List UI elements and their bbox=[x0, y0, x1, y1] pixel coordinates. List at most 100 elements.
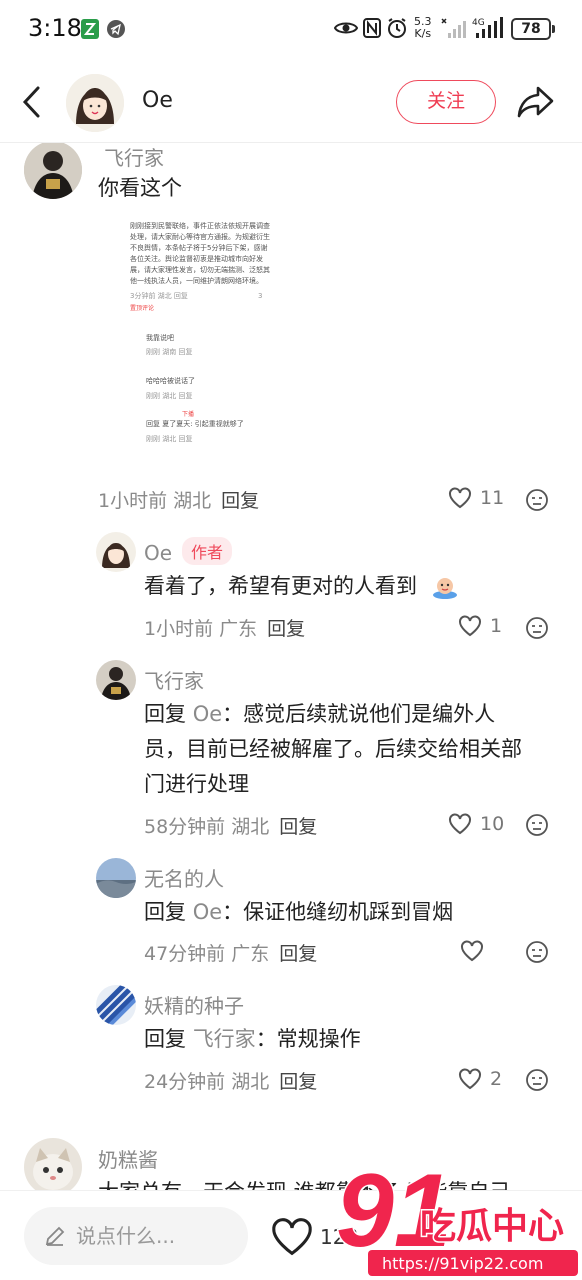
reply-text-body: ：保证他缝纫机踩到冒烟 bbox=[222, 900, 454, 924]
comment-location: 湖北 bbox=[173, 490, 212, 512]
replier-name[interactable]: 妖精的种子 bbox=[144, 990, 244, 1019]
shot-line: 不良舆情，本条帖子将于5分钟后下架，感谢 bbox=[130, 244, 268, 252]
like-count: 1 bbox=[490, 615, 503, 637]
comments-list[interactable]: 飞行家 你看这个 刚刚接到民警联络，事件正依法依规开展调查 处理，请大家耐心等待… bbox=[0, 143, 582, 1190]
shot-tag: 置顶评论 bbox=[130, 305, 155, 312]
reply-prefix: 回复 bbox=[144, 702, 186, 726]
share-button[interactable] bbox=[516, 84, 556, 120]
reply-button[interactable]: 回复 bbox=[267, 618, 305, 640]
reply-target[interactable]: Oe bbox=[193, 702, 222, 726]
status-bar: 3:18 5.3 K/s 4G 78 bbox=[0, 0, 582, 58]
shot-reply: 哈哈哈被说话了 bbox=[146, 377, 195, 385]
like-count: 2 bbox=[490, 1068, 503, 1090]
comment-text[interactable]: 大家总有一天会发现 谁都靠不了 只能靠自己 bbox=[98, 1175, 510, 1190]
author-tag: 作者 bbox=[182, 537, 233, 565]
like-button[interactable]: 2 bbox=[458, 1068, 502, 1090]
reply-text[interactable]: 看着了，希望有更对的人看到 bbox=[144, 569, 417, 604]
net-speed-unit: K/s bbox=[414, 27, 432, 40]
replier-name[interactable]: 无名的人 bbox=[144, 863, 224, 892]
like-button[interactable]: 10 bbox=[448, 813, 504, 835]
dislike-button[interactable] bbox=[525, 616, 549, 640]
heart-icon bbox=[272, 1218, 312, 1256]
reply-text[interactable]: 回复 飞行家：常规操作 bbox=[144, 1022, 361, 1057]
shot-line: 处理，请大家耐心等待官方通报。为规避衍生 bbox=[130, 233, 270, 241]
reply-time: 24分钟前 bbox=[144, 1071, 226, 1093]
reply-location: 湖北 bbox=[231, 816, 270, 838]
comment-image[interactable]: 刚刚接到民警联络，事件正依法依规开展调查 处理，请大家耐心等待官方通报。为规避衍… bbox=[98, 213, 288, 481]
heart-icon bbox=[461, 940, 483, 962]
shot-meta: 3分钟前 湖北 回复 bbox=[130, 292, 188, 300]
follow-button[interactable]: 关注 bbox=[396, 80, 496, 124]
shot-reply-meta: 刚刚 湖北 回复 bbox=[146, 435, 193, 443]
reply-meta: 1小时前 广东 回复 bbox=[144, 614, 305, 641]
reply-text-body: ：常规操作 bbox=[255, 1027, 361, 1051]
shot-reply: 回复 夏了夏天: 引起重视就够了 bbox=[146, 420, 244, 428]
reply-location: 广东 bbox=[219, 618, 258, 640]
commenter-avatar[interactable] bbox=[24, 143, 82, 199]
heart-icon bbox=[459, 615, 481, 637]
replier-name[interactable]: Oe 作者 bbox=[144, 537, 233, 565]
replier-avatar[interactable] bbox=[96, 532, 136, 572]
bottom-bar: 说点什么... 128 bbox=[0, 1190, 582, 1280]
reply-time: 47分钟前 bbox=[144, 943, 226, 965]
app-notification-icon bbox=[80, 18, 100, 44]
reply-button[interactable]: 回复 bbox=[279, 1071, 317, 1093]
comment-text[interactable]: 你看这个 bbox=[98, 171, 182, 206]
reply-target[interactable]: 飞行家 bbox=[193, 1027, 256, 1051]
back-button[interactable] bbox=[18, 82, 48, 122]
like-button[interactable]: 1 bbox=[458, 615, 502, 637]
commenter-name[interactable]: 飞行家 bbox=[104, 143, 164, 171]
replier-avatar[interactable] bbox=[96, 858, 136, 898]
reply-button[interactable]: 回复 bbox=[279, 816, 317, 838]
shot-reply: 我靠说吧 bbox=[146, 334, 174, 342]
like-button[interactable] bbox=[460, 940, 484, 962]
reply-button[interactable]: 回复 bbox=[279, 943, 317, 965]
emoji-sticker-icon bbox=[432, 575, 458, 603]
like-button[interactable]: 11 bbox=[448, 487, 504, 509]
reply-target[interactable]: Oe bbox=[193, 900, 222, 924]
reply-time: 1小时前 bbox=[144, 618, 214, 640]
post-like-button[interactable] bbox=[270, 1217, 314, 1257]
battery-indicator: 78 bbox=[511, 18, 555, 40]
reply-text-line: 员，目前已经被解雇了。后续交给相关部 bbox=[144, 737, 522, 761]
reply-prefix: 回复 bbox=[144, 900, 186, 924]
author-avatar[interactable] bbox=[66, 74, 124, 132]
reply-button[interactable]: 回复 bbox=[221, 490, 259, 512]
header: Oe 关注 bbox=[0, 62, 582, 142]
comment-input-placeholder: 说点什么... bbox=[76, 1224, 176, 1248]
like-count: 10 bbox=[480, 813, 505, 835]
replier-avatar[interactable] bbox=[96, 660, 136, 700]
reply-meta: 47分钟前 广东 回复 bbox=[144, 939, 317, 966]
nfc-icon bbox=[363, 18, 381, 42]
eye-icon bbox=[333, 20, 359, 40]
wifi-off-signal-icon bbox=[440, 17, 466, 43]
commenter-name[interactable]: 奶糕酱 bbox=[98, 1144, 158, 1173]
reply-text[interactable]: 回复 Oe：感觉后续就说他们是编外人 bbox=[144, 697, 495, 732]
reply-time: 58分钟前 bbox=[144, 816, 226, 838]
comment-meta: 1小时前 湖北 回复 bbox=[98, 486, 259, 513]
commenter-avatar[interactable] bbox=[24, 1138, 82, 1190]
replier-avatar[interactable] bbox=[96, 985, 136, 1025]
shot-likes: 3 bbox=[258, 292, 263, 300]
heart-icon bbox=[459, 1068, 481, 1090]
replier-name-text[interactable]: Oe bbox=[144, 541, 172, 565]
shot-line: 各位关注。舆论监督初衷是推动城市向好发 bbox=[130, 255, 263, 263]
dislike-button[interactable] bbox=[525, 813, 549, 837]
author-name[interactable]: Oe bbox=[142, 88, 173, 113]
comment-input[interactable]: 说点什么... bbox=[24, 1207, 248, 1265]
alarm-icon bbox=[386, 17, 408, 43]
reply-meta: 24分钟前 湖北 回复 bbox=[144, 1067, 317, 1094]
dislike-button[interactable] bbox=[525, 940, 549, 964]
reply-location: 湖北 bbox=[231, 1071, 270, 1093]
reply-text[interactable]: 回复 Oe：保证他缝纫机踩到冒烟 bbox=[144, 895, 453, 930]
replier-name[interactable]: 飞行家 bbox=[144, 665, 204, 694]
dislike-button[interactable] bbox=[525, 1068, 549, 1092]
svg-text:4G: 4G bbox=[472, 18, 485, 28]
post-like-count: 128 bbox=[320, 1225, 359, 1249]
shot-line: 展，请大家理性发言，切勿无端揣测、泛怒其 bbox=[130, 266, 270, 274]
like-count: 11 bbox=[480, 487, 505, 509]
dislike-button[interactable] bbox=[525, 488, 549, 512]
status-time: 3:18 bbox=[28, 14, 82, 42]
heart-icon bbox=[449, 487, 471, 509]
shot-line: 刚刚接到民警联络，事件正依法依规开展调查 bbox=[130, 222, 270, 230]
